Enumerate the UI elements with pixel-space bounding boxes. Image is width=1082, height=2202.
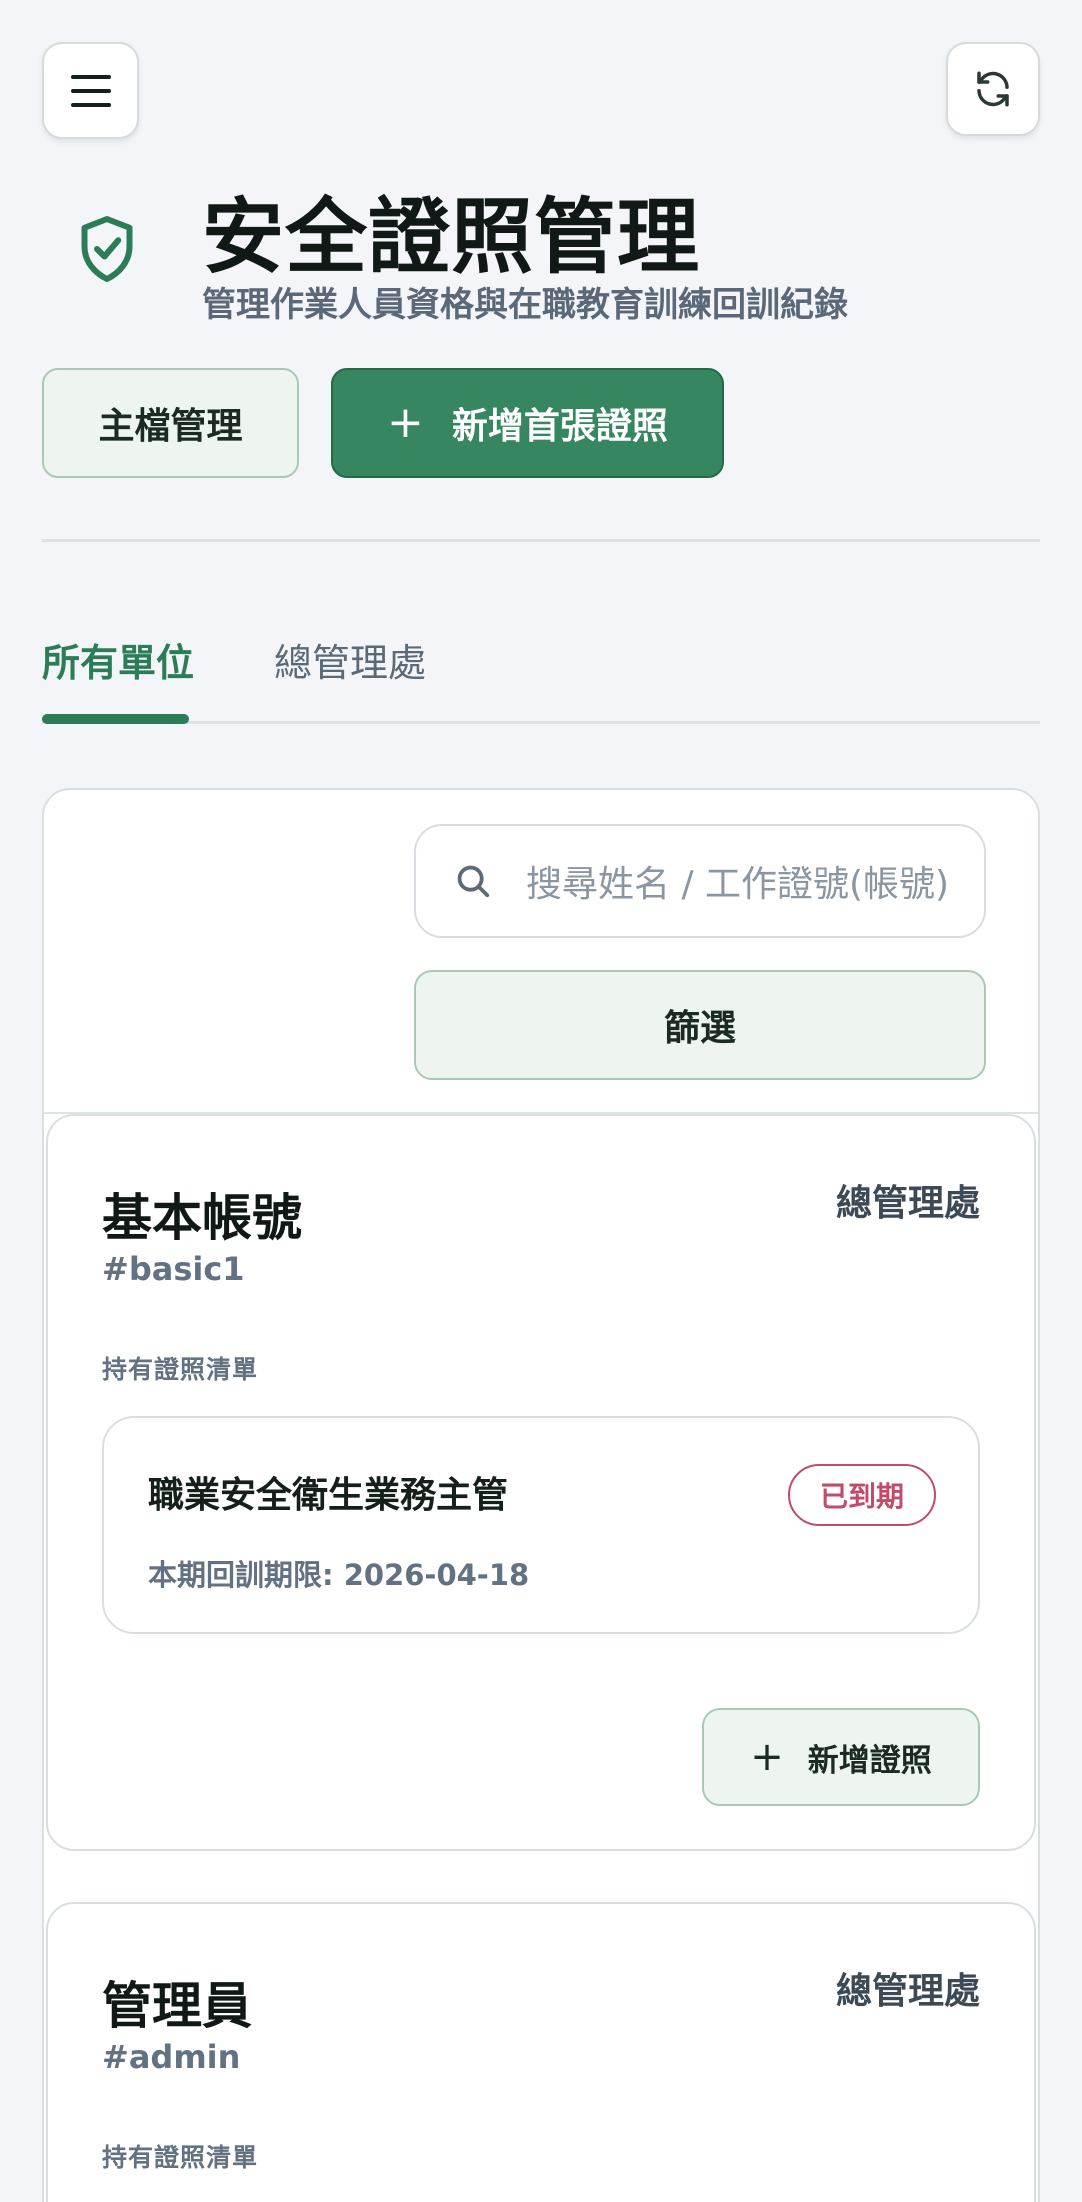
divider: [42, 539, 1040, 542]
plus-icon: +: [387, 397, 424, 448]
search-placeholder: 搜尋姓名 / 工作證號(帳號): [526, 864, 950, 905]
user-card: 基本帳號 總管理處 #basic1 持有證照清單 職業安全衛生業務主管 已到期 …: [46, 1114, 1036, 1851]
plus-icon: +: [750, 1734, 784, 1780]
hamburger-icon: [70, 74, 111, 107]
cert-deadline: 本期回訓期限: 2026-04-18: [148, 1558, 530, 1592]
search-input[interactable]: 搜尋姓名 / 工作證號(帳號): [414, 824, 986, 938]
user-id: #basic1: [102, 1250, 245, 1288]
page-subtitle: 管理作業人員資格與在職教育訓練回訓紀錄: [202, 285, 848, 325]
user-card: 管理員 總管理處 #admin 持有證照清單: [46, 1902, 1036, 2202]
page-title: 安全證照管理: [202, 190, 701, 285]
menu-button[interactable]: [42, 42, 139, 139]
unit-tabs: 所有單位 總管理處: [42, 620, 1040, 724]
add-cert-button[interactable]: + 新增證照: [702, 1708, 980, 1806]
cert-card[interactable]: 職業安全衛生業務主管 已到期 本期回訓期限: 2026-04-18: [102, 1416, 980, 1634]
add-first-cert-button[interactable]: + 新增首張證照: [331, 368, 724, 478]
tab-all-units[interactable]: 所有單位: [42, 632, 194, 687]
page-header: 安全證照管理 管理作業人員資格與在職教育訓練回訓紀錄: [42, 188, 1040, 328]
cert-list-label: 持有證照清單: [102, 2143, 259, 2172]
search-icon: [454, 862, 514, 900]
user-unit: 總管理處: [835, 1183, 980, 1224]
user-id: #admin: [102, 2038, 241, 2076]
cert-name: 職業安全衛生業務主管: [148, 1475, 509, 1516]
add-first-cert-label: 新增首張證照: [451, 406, 668, 447]
refresh-button[interactable]: [946, 42, 1040, 136]
add-cert-label: 新增證照: [807, 1742, 932, 1779]
user-unit: 總管理處: [835, 1971, 980, 2012]
user-name: 管理員: [102, 1977, 252, 2035]
master-management-button[interactable]: 主檔管理: [42, 368, 299, 478]
shield-check-icon: [81, 216, 133, 282]
top-bar: [42, 42, 1040, 142]
refresh-icon: [977, 71, 1009, 107]
personnel-list-panel: 搜尋姓名 / 工作證號(帳號) 篩選 基本帳號 總管理處 #basic1 持有證…: [42, 788, 1040, 2202]
tab-head-office[interactable]: 總管理處: [274, 632, 426, 687]
status-badge: 已到期: [787, 1464, 936, 1526]
cert-list-label: 持有證照清單: [102, 1355, 259, 1384]
user-name: 基本帳號: [102, 1189, 302, 1247]
active-tab-indicator: [42, 714, 189, 724]
filter-button[interactable]: 篩選: [414, 970, 986, 1080]
